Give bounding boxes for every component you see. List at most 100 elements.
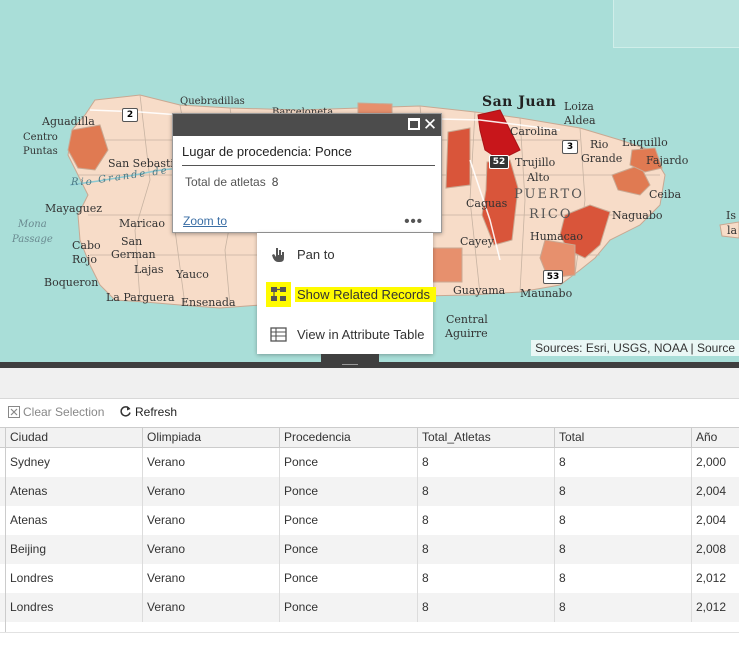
route-53-shield: 53 <box>543 270 563 284</box>
popup-actions-menu: Pan to Show Related Records View in Attr… <box>257 233 436 354</box>
cell-olimpiada: Verano <box>143 535 280 564</box>
label-fajardo: Fajardo <box>646 154 689 167</box>
route-2-shield: 2 <box>122 108 138 122</box>
popup-field-label: Total de atletas <box>185 175 266 189</box>
popup-header: ✕ <box>173 114 441 136</box>
label-aldea: Aldea <box>564 114 596 127</box>
label-cayey: Cayey <box>460 235 494 248</box>
table-row[interactable]: Londres Verano Ponce 8 8 2,012 <box>0 564 739 593</box>
column-header-procedencia[interactable]: Procedencia <box>280 428 418 448</box>
label-ensenada: Ensenada <box>181 296 236 309</box>
table-row[interactable]: Beijing Verano Ponce 8 8 2,008 <box>0 535 739 564</box>
label-alto: Alto <box>527 171 550 184</box>
cell-olimpiada: Verano <box>143 593 280 622</box>
related-records-icon <box>266 282 291 307</box>
column-header-total-atletas[interactable]: Total_Atletas <box>418 428 555 448</box>
label-naguabo: Naguabo <box>612 209 663 222</box>
label-centro: Centro <box>23 132 58 143</box>
zoom-to-link[interactable]: Zoom to <box>183 214 227 228</box>
cell-total-atletas: 8 <box>418 593 555 622</box>
table-footer <box>0 632 739 645</box>
maximize-icon[interactable] <box>408 118 420 130</box>
label-carolina: Carolina <box>510 125 558 138</box>
column-header-total[interactable]: Total <box>555 428 692 448</box>
cell-total-atletas: 8 <box>418 506 555 535</box>
label-loiza: Loiza <box>564 100 594 113</box>
cell-total-atletas: 8 <box>418 535 555 564</box>
column-header-ano[interactable]: Año <box>692 428 739 448</box>
cell-olimpiada: Verano <box>143 477 280 506</box>
cell-olimpiada: Verano <box>143 564 280 593</box>
table-left-border <box>5 427 6 632</box>
menu-item-pan-to[interactable]: Pan to <box>257 237 433 271</box>
cell-total: 8 <box>555 448 692 477</box>
clear-selection-label: Clear Selection <box>23 405 105 419</box>
label-central: Central <box>446 313 488 326</box>
label-humacao: Humacao <box>530 230 584 243</box>
attribute-table: Ciudad Olimpiada Procedencia Total_Atlet… <box>0 427 739 632</box>
label-mayaguez: Mayaguez <box>45 202 103 215</box>
label-is: Is <box>726 209 736 222</box>
route-3-shield: 3 <box>562 140 578 154</box>
label-cabo: Cabo <box>72 239 101 252</box>
cell-ciudad: Londres <box>6 564 143 593</box>
cell-ano: 2,012 <box>696 571 727 585</box>
label-ceiba: Ceiba <box>649 188 682 201</box>
label-rojo: Rojo <box>72 253 97 266</box>
route-52-shield: 52 <box>489 155 509 169</box>
popup-field-value: 8 <box>271 175 279 189</box>
map-attribution: Sources: Esri, USGS, NOAA | Source <box>531 340 739 356</box>
label-rio-word: Rio <box>71 177 94 188</box>
refresh-button[interactable]: Refresh <box>119 405 177 419</box>
cell-procedencia: Ponce <box>280 593 418 622</box>
clear-selection-button[interactable]: Clear Selection <box>8 405 104 419</box>
label-la-parguera: La Parguera <box>106 291 175 304</box>
map-overlay-panel <box>613 0 739 48</box>
label-trujillo: Trujillo <box>515 156 556 169</box>
cell-olimpiada: Verano <box>143 506 280 535</box>
label-lajas: Lajas <box>134 263 164 276</box>
cell-procedencia: Ponce <box>280 506 418 535</box>
refresh-label: Refresh <box>135 405 178 419</box>
column-header-olimpiada[interactable]: Olimpiada <box>143 428 280 448</box>
cell-procedencia: Ponce <box>280 564 418 593</box>
cell-procedencia: Ponce <box>280 448 418 477</box>
table-row[interactable]: Atenas Verano Ponce 8 8 2,004 <box>0 477 739 506</box>
more-actions-icon[interactable]: ••• <box>404 213 423 230</box>
cell-ano: 2,004 <box>696 484 727 498</box>
cell-ciudad: Londres <box>6 593 143 622</box>
cell-total: 8 <box>555 535 692 564</box>
cell-total-atletas: 8 <box>418 564 555 593</box>
table-tab-strip <box>0 368 739 399</box>
label-german: German <box>111 248 156 261</box>
popup-field-row: Total de atletas 8 <box>173 166 441 198</box>
label-caguas: Caguas <box>466 197 508 210</box>
label-grande: Grande <box>581 152 623 165</box>
cell-total-atletas: 8 <box>418 448 555 477</box>
cell-ano: 2,004 <box>696 513 727 527</box>
label-aguirre: Aguirre <box>445 327 488 340</box>
cell-ciudad: Sydney <box>6 448 143 477</box>
label-boqueron: Boqueron <box>44 276 99 289</box>
cell-ciudad: Atenas <box>6 506 143 535</box>
cell-ciudad: Atenas <box>6 477 143 506</box>
menu-item-view-attribute-table[interactable]: View in Attribute Table <box>257 317 433 351</box>
label-mona: Mona <box>18 219 47 230</box>
grip-icon <box>342 364 358 365</box>
column-header-ciudad[interactable]: Ciudad <box>6 428 143 448</box>
label-aguadilla: Aguadilla <box>42 115 95 128</box>
close-icon[interactable]: ✕ <box>422 114 438 136</box>
table-row[interactable]: Sydney Verano Ponce 8 8 2,000 <box>0 448 739 477</box>
app-window: San Juan Loiza Aldea Carolina Trujillo A… <box>0 0 739 645</box>
menu-item-label: Show Related Records <box>295 287 436 302</box>
cell-olimpiada: Verano <box>143 448 280 477</box>
pan-icon <box>272 248 284 262</box>
label-puntas: Puntas <box>23 146 58 157</box>
clear-selection-icon <box>8 406 20 418</box>
table-row[interactable]: Londres Verano Ponce 8 8 2,012 <box>0 593 739 622</box>
cell-total-atletas: 8 <box>418 477 555 506</box>
table-row[interactable]: Atenas Verano Ponce 8 8 2,004 <box>0 506 739 535</box>
cell-ano: 2,012 <box>696 600 727 614</box>
menu-item-show-related-records[interactable]: Show Related Records <box>257 277 436 311</box>
menu-item-label: View in Attribute Table <box>297 327 425 342</box>
